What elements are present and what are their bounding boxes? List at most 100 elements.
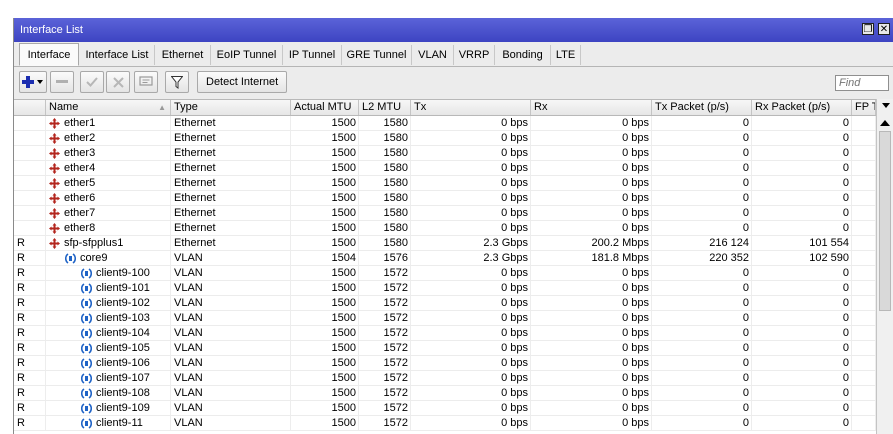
cell-tx-packet: 0 bbox=[652, 326, 752, 340]
table-row[interactable]: Rclient9-108 VLAN 1500 1572 0 bps 0 bps 0 0 bbox=[14, 386, 876, 401]
window-titlebar[interactable]: Interface List ❐ ✕ bbox=[14, 18, 893, 42]
table-row[interactable]: Rclient9-105 VLAN 1500 1572 0 bps 0 bps 0 0 bbox=[14, 341, 876, 356]
comment-button[interactable] bbox=[134, 71, 158, 93]
tab-bonding[interactable]: Bonding bbox=[495, 45, 551, 65]
table-row[interactable]: Rclient9-106 VLAN 1500 1572 0 bps 0 bps 0 0 bbox=[14, 356, 876, 371]
vertical-scrollbar[interactable] bbox=[876, 99, 893, 434]
table-row[interactable]: Rclient9-109 VLAN 1500 1572 0 bps 0 bps 0 0 bbox=[14, 401, 876, 416]
cell-rx: 0 bps bbox=[531, 191, 652, 205]
table-row[interactable]: ether8 Ethernet 1500 1580 0 bps 0 bps 0 0 bbox=[14, 221, 876, 236]
interface-name: client9-102 bbox=[96, 296, 150, 309]
table-row[interactable]: Rclient9-102 VLAN 1500 1572 0 bps 0 bps 0 0 bbox=[14, 296, 876, 311]
find-input[interactable] bbox=[835, 75, 889, 91]
tab-ethernet[interactable]: Ethernet bbox=[155, 45, 211, 65]
cell-tx: 0 bps bbox=[411, 311, 531, 325]
tab-ip-tunnel[interactable]: IP Tunnel bbox=[283, 45, 342, 65]
cell-l2-mtu: 1572 bbox=[359, 386, 411, 400]
tab-vlan[interactable]: VLAN bbox=[412, 45, 454, 65]
cell-name: client9-108 bbox=[46, 386, 171, 400]
cell-fp-tx bbox=[852, 281, 876, 295]
tab-interface-list[interactable]: Interface List bbox=[80, 45, 155, 65]
cell-rx: 0 bps bbox=[531, 341, 652, 355]
cell-actual-mtu: 1500 bbox=[291, 176, 359, 190]
cell-type: VLAN bbox=[171, 251, 291, 265]
cell-flags: R bbox=[14, 251, 46, 265]
cell-tx: 0 bps bbox=[411, 131, 531, 145]
vlan-interface-icon bbox=[81, 417, 92, 429]
cell-fp-tx bbox=[852, 416, 876, 430]
column-header-tx-packet[interactable]: Tx Packet (p/s) bbox=[652, 100, 752, 115]
column-header-name[interactable]: Name ▲ bbox=[46, 100, 171, 115]
cell-actual-mtu: 1500 bbox=[291, 116, 359, 130]
cell-tx: 0 bps bbox=[411, 401, 531, 415]
cell-rx: 0 bps bbox=[531, 326, 652, 340]
table-row[interactable]: Rclient9-103 VLAN 1500 1572 0 bps 0 bps 0 0 bbox=[14, 311, 876, 326]
restore-icon[interactable]: ❐ bbox=[862, 23, 874, 35]
table-row[interactable]: ether6 Ethernet 1500 1580 0 bps 0 bps 0 0 bbox=[14, 191, 876, 206]
close-icon[interactable]: ✕ bbox=[878, 23, 890, 35]
table-row[interactable]: Rclient9-11 VLAN 1500 1572 0 bps 0 bps 0 0 bbox=[14, 416, 876, 431]
table-row[interactable]: Rsfp-sfpplus1 Ethernet 1500 1580 2.3 Gbps 200… bbox=[14, 236, 876, 251]
table-row[interactable]: ether5 Ethernet 1500 1580 0 bps 0 bps 0 0 bbox=[14, 176, 876, 191]
cell-rx-packet: 0 bbox=[752, 356, 852, 370]
table-row[interactable]: Rclient9-100 VLAN 1500 1572 0 bps 0 bps 0 0 bbox=[14, 266, 876, 281]
column-header-rx-packet[interactable]: Rx Packet (p/s) bbox=[752, 100, 852, 115]
cell-l2-mtu: 1580 bbox=[359, 191, 411, 205]
remove-button[interactable] bbox=[50, 71, 74, 93]
table-row[interactable]: ether2 Ethernet 1500 1580 0 bps 0 bps 0 0 bbox=[14, 131, 876, 146]
filter-button[interactable] bbox=[165, 71, 189, 93]
column-menu-icon[interactable] bbox=[882, 103, 890, 108]
cell-flags: R bbox=[14, 401, 46, 415]
scroll-thumb[interactable] bbox=[879, 131, 891, 311]
interface-name: ether3 bbox=[64, 146, 96, 159]
add-button[interactable] bbox=[19, 71, 47, 93]
disable-button[interactable] bbox=[106, 71, 130, 93]
table-row[interactable]: Rclient9-104 VLAN 1500 1572 0 bps 0 bps 0 0 bbox=[14, 326, 876, 341]
cell-actual-mtu: 1500 bbox=[291, 221, 359, 235]
tab-lte[interactable]: LTE bbox=[551, 45, 581, 65]
vlan-interface-icon bbox=[81, 327, 92, 339]
enable-button[interactable] bbox=[80, 71, 104, 93]
tab-interface[interactable]: Interface bbox=[19, 43, 79, 66]
cell-l2-mtu: 1572 bbox=[359, 356, 411, 370]
scroll-up-icon[interactable] bbox=[880, 120, 890, 126]
cell-l2-mtu: 1572 bbox=[359, 326, 411, 340]
cell-tx: 0 bps bbox=[411, 146, 531, 160]
cell-flags bbox=[14, 221, 46, 235]
column-header-type[interactable]: Type bbox=[171, 100, 291, 115]
cell-tx: 0 bps bbox=[411, 341, 531, 355]
cell-tx-packet: 0 bbox=[652, 416, 752, 430]
cell-name: ether1 bbox=[46, 116, 171, 130]
cell-rx-packet: 0 bbox=[752, 416, 852, 430]
cell-rx: 0 bps bbox=[531, 206, 652, 220]
cell-type: Ethernet bbox=[171, 176, 291, 190]
column-header-actual-mtu[interactable]: Actual MTU bbox=[291, 100, 359, 115]
tab-vrrp[interactable]: VRRP bbox=[454, 45, 495, 65]
table-row[interactable]: Rcore9 VLAN 1504 1576 2.3 Gbps 181.8 Mbps 220 … bbox=[14, 251, 876, 266]
table-row[interactable]: Rclient9-107 VLAN 1500 1572 0 bps 0 bps 0 0 bbox=[14, 371, 876, 386]
cell-rx-packet: 102 590 bbox=[752, 251, 852, 265]
cell-l2-mtu: 1580 bbox=[359, 221, 411, 235]
column-header-tx[interactable]: Tx bbox=[411, 100, 531, 115]
cell-fp-tx bbox=[852, 356, 876, 370]
tab-eoip-tunnel[interactable]: EoIP Tunnel bbox=[211, 45, 283, 65]
cell-fp-tx bbox=[852, 176, 876, 190]
column-header-flags[interactable] bbox=[14, 100, 46, 115]
column-header-fp-tx[interactable]: FP T bbox=[852, 100, 876, 115]
column-header-rx[interactable]: Rx bbox=[531, 100, 652, 115]
table-row[interactable]: ether3 Ethernet 1500 1580 0 bps 0 bps 0 0 bbox=[14, 146, 876, 161]
cell-tx: 0 bps bbox=[411, 221, 531, 235]
column-header-l2-mtu[interactable]: L2 MTU bbox=[359, 100, 411, 115]
cell-rx-packet: 0 bbox=[752, 221, 852, 235]
table-row[interactable]: ether1 Ethernet 1500 1580 0 bps 0 bps 0 0 bbox=[14, 116, 876, 131]
cell-actual-mtu: 1500 bbox=[291, 356, 359, 370]
tab-gre-tunnel[interactable]: GRE Tunnel bbox=[342, 45, 412, 65]
cell-tx-packet: 0 bbox=[652, 386, 752, 400]
table-row[interactable]: ether4 Ethernet 1500 1580 0 bps 0 bps 0 0 bbox=[14, 161, 876, 176]
detect-internet-button[interactable]: Detect Internet bbox=[197, 71, 288, 93]
table-row[interactable]: Rclient9-101 VLAN 1500 1572 0 bps 0 bps 0 0 bbox=[14, 281, 876, 296]
cell-tx: 0 bps bbox=[411, 356, 531, 370]
ethernet-interface-icon bbox=[49, 192, 60, 204]
table-row[interactable]: ether7 Ethernet 1500 1580 0 bps 0 bps 0 0 bbox=[14, 206, 876, 221]
cell-type: Ethernet bbox=[171, 191, 291, 205]
